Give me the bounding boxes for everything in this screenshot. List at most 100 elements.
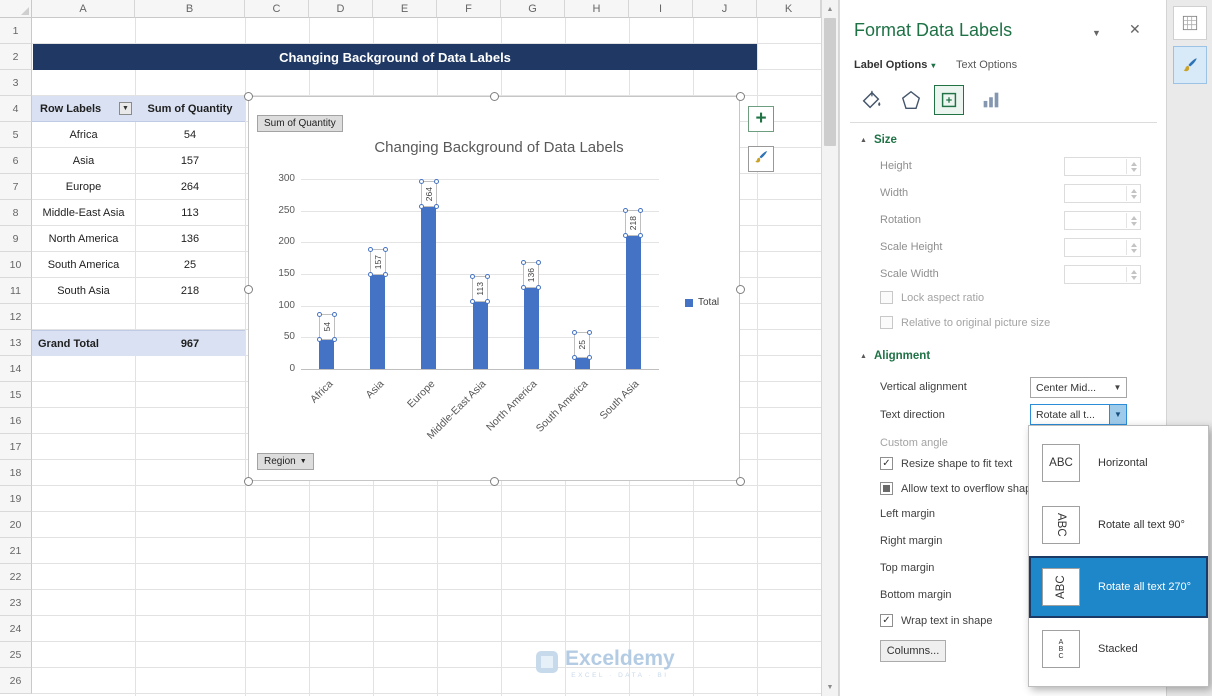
row-header-23[interactable]: 23 xyxy=(0,590,32,616)
spinner-icon[interactable] xyxy=(1126,186,1139,201)
axis-field-button[interactable]: Region ▼ xyxy=(257,453,314,470)
width-input[interactable] xyxy=(1064,184,1141,203)
checkbox-icon[interactable]: ✓ xyxy=(880,457,893,470)
column-header-C[interactable]: C xyxy=(245,0,309,18)
column-header-G[interactable]: G xyxy=(501,0,565,18)
chart-selection-handle[interactable] xyxy=(736,92,745,101)
chart-title[interactable]: Changing Background of Data Labels xyxy=(309,139,689,156)
row-header-16[interactable]: 16 xyxy=(0,408,32,434)
chart-selection-handle[interactable] xyxy=(490,92,499,101)
column-header-E[interactable]: E xyxy=(373,0,437,18)
spinner-icon[interactable] xyxy=(1126,213,1139,228)
tab-text-options[interactable]: Text Options xyxy=(956,59,1017,71)
chart-legend[interactable]: Total xyxy=(685,297,719,308)
row-header-2[interactable]: 2 xyxy=(0,44,32,70)
spinner-icon[interactable] xyxy=(1126,159,1139,174)
row-header-10[interactable]: 10 xyxy=(0,252,32,278)
pivot-grand-total-row[interactable]: Grand Total 967 xyxy=(32,330,245,356)
row-header-22[interactable]: 22 xyxy=(0,564,32,590)
table-row[interactable]: Europe264 xyxy=(32,174,245,200)
table-row[interactable]: Middle-East Asia113 xyxy=(32,200,245,226)
data-label-Asia[interactable]: 157 xyxy=(370,249,386,275)
vertical-alignment-dropdown[interactable]: Center Mid... ▼ xyxy=(1030,377,1127,398)
brush-pane-icon[interactable] xyxy=(1173,46,1207,84)
data-label-Europe[interactable]: 264 xyxy=(421,181,437,207)
bar-Middle-East Asia[interactable] xyxy=(473,297,488,369)
pivot-header-row-labels[interactable]: Row Labels ▼ xyxy=(32,96,135,121)
row-header-26[interactable]: 26 xyxy=(0,668,32,694)
menu-item-stacked[interactable]: A B CStacked xyxy=(1029,618,1208,680)
row-header-5[interactable]: 5 xyxy=(0,122,32,148)
pivot-header-value[interactable]: Sum of Quantity xyxy=(135,96,245,121)
text-direction-dropdown[interactable]: Rotate all t... ▼ xyxy=(1030,404,1127,425)
label-options-chart-icon[interactable] xyxy=(976,85,1006,115)
scrollbar-thumb[interactable] xyxy=(824,18,836,146)
table-row[interactable]: South America25 xyxy=(32,252,245,278)
row-header-15[interactable]: 15 xyxy=(0,382,32,408)
data-label-North America[interactable]: 136 xyxy=(523,262,539,288)
caret-down-icon[interactable]: ▼ xyxy=(1109,405,1126,424)
size-section-header[interactable]: ▲ Size xyxy=(860,134,897,146)
data-label-Middle-East Asia[interactable]: 113 xyxy=(472,276,488,302)
column-header-D[interactable]: D xyxy=(309,0,373,18)
scroll-down-icon[interactable]: ▼ xyxy=(822,679,838,695)
chart-selection-handle[interactable] xyxy=(244,285,253,294)
bar-Europe[interactable] xyxy=(421,202,436,369)
chart-selection-handle[interactable] xyxy=(244,92,253,101)
row-header-4[interactable]: 4 xyxy=(0,96,32,122)
relative-to-original-checkbox[interactable]: Relative to original picture size xyxy=(880,316,1050,329)
data-label-South Asia[interactable]: 218 xyxy=(625,210,641,236)
lock-aspect-ratio-checkbox[interactable]: Lock aspect ratio xyxy=(880,291,984,304)
row-header-18[interactable]: 18 xyxy=(0,460,32,486)
row-header-25[interactable]: 25 xyxy=(0,642,32,668)
table-row[interactable]: North America136 xyxy=(32,226,245,252)
table-row[interactable]: Africa54 xyxy=(32,122,245,148)
spinner-icon[interactable] xyxy=(1126,240,1139,255)
table-row[interactable]: South Asia218 xyxy=(32,278,245,304)
row-header-9[interactable]: 9 xyxy=(0,226,32,252)
menu-item-rotate-all-text-90[interactable]: ABCRotate all text 90° xyxy=(1029,494,1208,556)
close-icon[interactable]: ✕ xyxy=(1129,21,1141,38)
wrap-text-checkbox[interactable]: ✓Wrap text in shape xyxy=(880,614,993,627)
size-properties-icon[interactable] xyxy=(934,85,964,115)
chart-selection-handle[interactable] xyxy=(490,477,499,486)
row-header-13[interactable]: 13 xyxy=(0,330,32,356)
pivot-header-row[interactable]: Row Labels ▼ Sum of Quantity xyxy=(32,96,245,122)
row-header-7[interactable]: 7 xyxy=(0,174,32,200)
row-header-24[interactable]: 24 xyxy=(0,616,32,642)
alignment-section-header[interactable]: ▲ Alignment xyxy=(860,350,930,362)
fill-line-icon[interactable] xyxy=(856,85,886,115)
row-header-1[interactable]: 1 xyxy=(0,18,32,44)
pane-menu-caret-icon[interactable]: ▼ xyxy=(1092,28,1101,38)
filter-icon[interactable]: ▼ xyxy=(119,102,132,115)
height-input[interactable] xyxy=(1064,157,1141,176)
bar-Asia[interactable] xyxy=(370,270,385,369)
column-header-K[interactable]: K xyxy=(757,0,821,18)
row-header-6[interactable]: 6 xyxy=(0,148,32,174)
tab-label-options[interactable]: Label Options ▾ xyxy=(854,59,935,71)
vertical-scrollbar[interactable]: ▲ ▼ xyxy=(821,0,839,696)
bar-South Asia[interactable] xyxy=(626,231,641,369)
chart-selection-handle[interactable] xyxy=(244,477,253,486)
data-label-Africa[interactable]: 54 xyxy=(319,314,335,340)
overflow-shape-checkbox[interactable]: Allow text to overflow shape xyxy=(880,482,1037,495)
resize-shape-checkbox[interactable]: ✓Resize shape to fit text xyxy=(880,457,1012,470)
caret-down-icon[interactable]: ▼ xyxy=(1109,378,1126,397)
chart-selection-handle[interactable] xyxy=(736,477,745,486)
row-header-3[interactable]: 3 xyxy=(0,70,32,96)
effects-icon[interactable] xyxy=(896,85,926,115)
select-all-corner[interactable] xyxy=(0,0,32,18)
spinner-icon[interactable] xyxy=(1126,267,1139,282)
pivot-chart[interactable]: Sum of Quantity Changing Background of D… xyxy=(248,96,740,481)
bar-North America[interactable] xyxy=(524,283,539,369)
chart-selection-handle[interactable] xyxy=(736,285,745,294)
menu-item-horizontal[interactable]: ABCHorizontal xyxy=(1029,432,1208,494)
checkbox-icon[interactable] xyxy=(880,291,893,304)
column-header-F[interactable]: F xyxy=(437,0,501,18)
row-header-21[interactable]: 21 xyxy=(0,538,32,564)
table-row[interactable]: Asia157 xyxy=(32,148,245,174)
spreadsheet-area[interactable]: Changing Background of Data Labels Row L… xyxy=(0,0,821,696)
column-header-J[interactable]: J xyxy=(693,0,757,18)
columns-button[interactable]: Columns... xyxy=(880,640,946,662)
scale-height-input[interactable] xyxy=(1064,238,1141,257)
